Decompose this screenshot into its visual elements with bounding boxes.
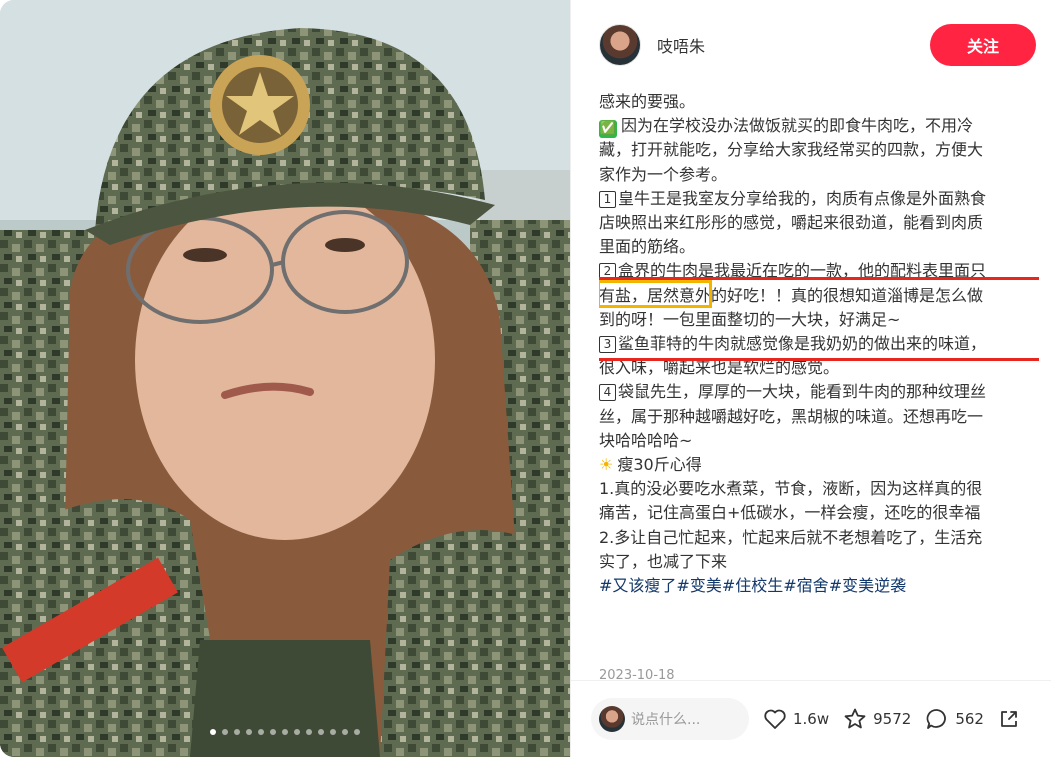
- share-button[interactable]: [998, 708, 1026, 730]
- portrait-photo: [0, 0, 570, 757]
- check-icon: ✅: [599, 120, 617, 139]
- author-bar: 吱唔朱 关注: [571, 0, 1051, 90]
- heart-icon: [764, 709, 786, 729]
- carousel-dot[interactable]: [354, 729, 360, 735]
- note-content-scroll[interactable]: 感来的要强。 ✅ 因为在学校没办法做饭就买的即食牛肉吃，不用冷 藏，打开就能吃，分…: [599, 90, 1039, 680]
- note-line: 实了，也减了下来: [599, 551, 728, 571]
- action-group: 1.6w 9572 562: [763, 707, 1040, 731]
- number-3-icon: 3: [599, 336, 616, 354]
- carousel-dot[interactable]: [306, 729, 312, 735]
- carousel-dot[interactable]: [318, 729, 324, 735]
- note-line: ☀ 瘦30斤心得: [599, 455, 702, 475]
- note-line: 到的呀！一包里面整切的一大块，好满足~: [599, 309, 901, 329]
- user-avatar: [599, 706, 625, 732]
- carousel-dot[interactable]: [222, 729, 228, 735]
- number-4-icon: 4: [599, 384, 616, 402]
- hashtag-link[interactable]: #又该瘦了: [599, 574, 676, 598]
- favorite-button[interactable]: 9572: [843, 707, 911, 731]
- comment-count: 562: [955, 710, 984, 728]
- carousel-dot[interactable]: [294, 729, 300, 735]
- hashtag-list: #又该瘦了 #变美 #住校生 #宿舍 #变美逆袭: [599, 574, 1039, 598]
- carousel-indicator[interactable]: [0, 729, 570, 735]
- note-line: 块哈哈哈哈~: [599, 430, 693, 450]
- author-avatar[interactable]: [599, 24, 641, 66]
- note-line: 2 盒界的牛肉是我最近在吃的一款，他的配料表里面只: [599, 259, 1039, 283]
- comment-icon: [926, 709, 947, 729]
- author-name[interactable]: 吱唔朱: [657, 33, 705, 57]
- hashtag-link[interactable]: #变美逆袭: [829, 574, 906, 598]
- note-line: 有盐，居然意外的好吃！！真的很想知道淄博是怎么做: [599, 285, 984, 305]
- comment-button[interactable]: 562: [925, 707, 984, 731]
- sun-icon: ☀: [599, 455, 614, 475]
- note-image[interactable]: [0, 0, 570, 757]
- note-line: 店映照出来红彤彤的感觉，嚼起来很劲道，能看到肉质: [599, 213, 984, 233]
- post-date: 2023-10-18: [599, 668, 675, 680]
- note-line: 很入味，嚼起来也是软烂的感觉。: [599, 358, 840, 378]
- comment-placeholder: 说点什么...: [631, 712, 701, 728]
- note-line: 感来的要强。: [599, 92, 696, 111]
- carousel-dot[interactable]: [210, 729, 216, 735]
- note-line: 3 鲨鱼菲特的牛肉就感觉像是我奶奶的做出来的味道，: [599, 332, 1039, 356]
- number-2-icon: 2: [599, 263, 616, 281]
- carousel-dot[interactable]: [330, 729, 336, 735]
- carousel-dot[interactable]: [246, 729, 252, 735]
- note-body: 感来的要强。 ✅ 因为在学校没办法做饭就买的即食牛肉吃，不用冷 藏，打开就能吃，分…: [599, 90, 1039, 598]
- star-icon: [844, 708, 866, 729]
- like-count: 1.6w: [793, 710, 830, 728]
- note-line: 痛苦，记住高蛋白+低碳水，一样会瘦，还吃的很幸福: [599, 503, 981, 523]
- like-button[interactable]: 1.6w: [763, 708, 829, 730]
- hashtag-link[interactable]: #住校生: [722, 574, 783, 598]
- note-line: 家作为一个参考。: [599, 164, 728, 184]
- carousel-dot[interactable]: [234, 729, 240, 735]
- note-line: 1 皇牛王是我室友分享给我的，肉质有点像是外面熟食: [599, 187, 1039, 211]
- carousel-dot[interactable]: [342, 729, 348, 735]
- hashtag-link[interactable]: #变美: [676, 574, 721, 598]
- note-line: 里面的筋络。: [599, 237, 696, 257]
- note-line: 1.真的没必要吃水煮菜，节食，液断，因为这样真的很: [599, 479, 983, 499]
- favorite-count: 9572: [873, 710, 912, 728]
- note-detail-panel: 吱唔朱 关注 感来的要强。 ✅ 因为在学校没办法做饭就买的即食牛肉吃，不用冷 藏，…: [570, 0, 1051, 757]
- hashtag-link[interactable]: #宿舍: [783, 574, 828, 598]
- note-line: 2.多让自己忙起来，忙起来后就不老想着吃了，生活充: [599, 527, 983, 547]
- carousel-dot[interactable]: [282, 729, 288, 735]
- note-line: 4 袋鼠先生，厚厚的一大块，能看到牛肉的那种纹理丝: [599, 380, 1039, 404]
- follow-button[interactable]: 关注: [930, 24, 1036, 66]
- carousel-dot[interactable]: [270, 729, 276, 735]
- note-line: 藏，打开就能吃，分享给大家我经常买的四款，方便大: [599, 140, 984, 160]
- number-1-icon: 1: [599, 190, 616, 208]
- note-line: ✅ 因为在学校没办法做饭就买的即食牛肉吃，不用冷: [599, 116, 974, 139]
- share-icon: [1001, 711, 1017, 727]
- note-line: 丝，属于那种越嚼越好吃，黑胡椒的味道。还想再吃一: [599, 406, 984, 426]
- carousel-dot[interactable]: [258, 729, 264, 735]
- interaction-bar: 说点什么... 1.6w 9572 562: [571, 680, 1051, 757]
- comment-input[interactable]: 说点什么...: [591, 698, 749, 740]
